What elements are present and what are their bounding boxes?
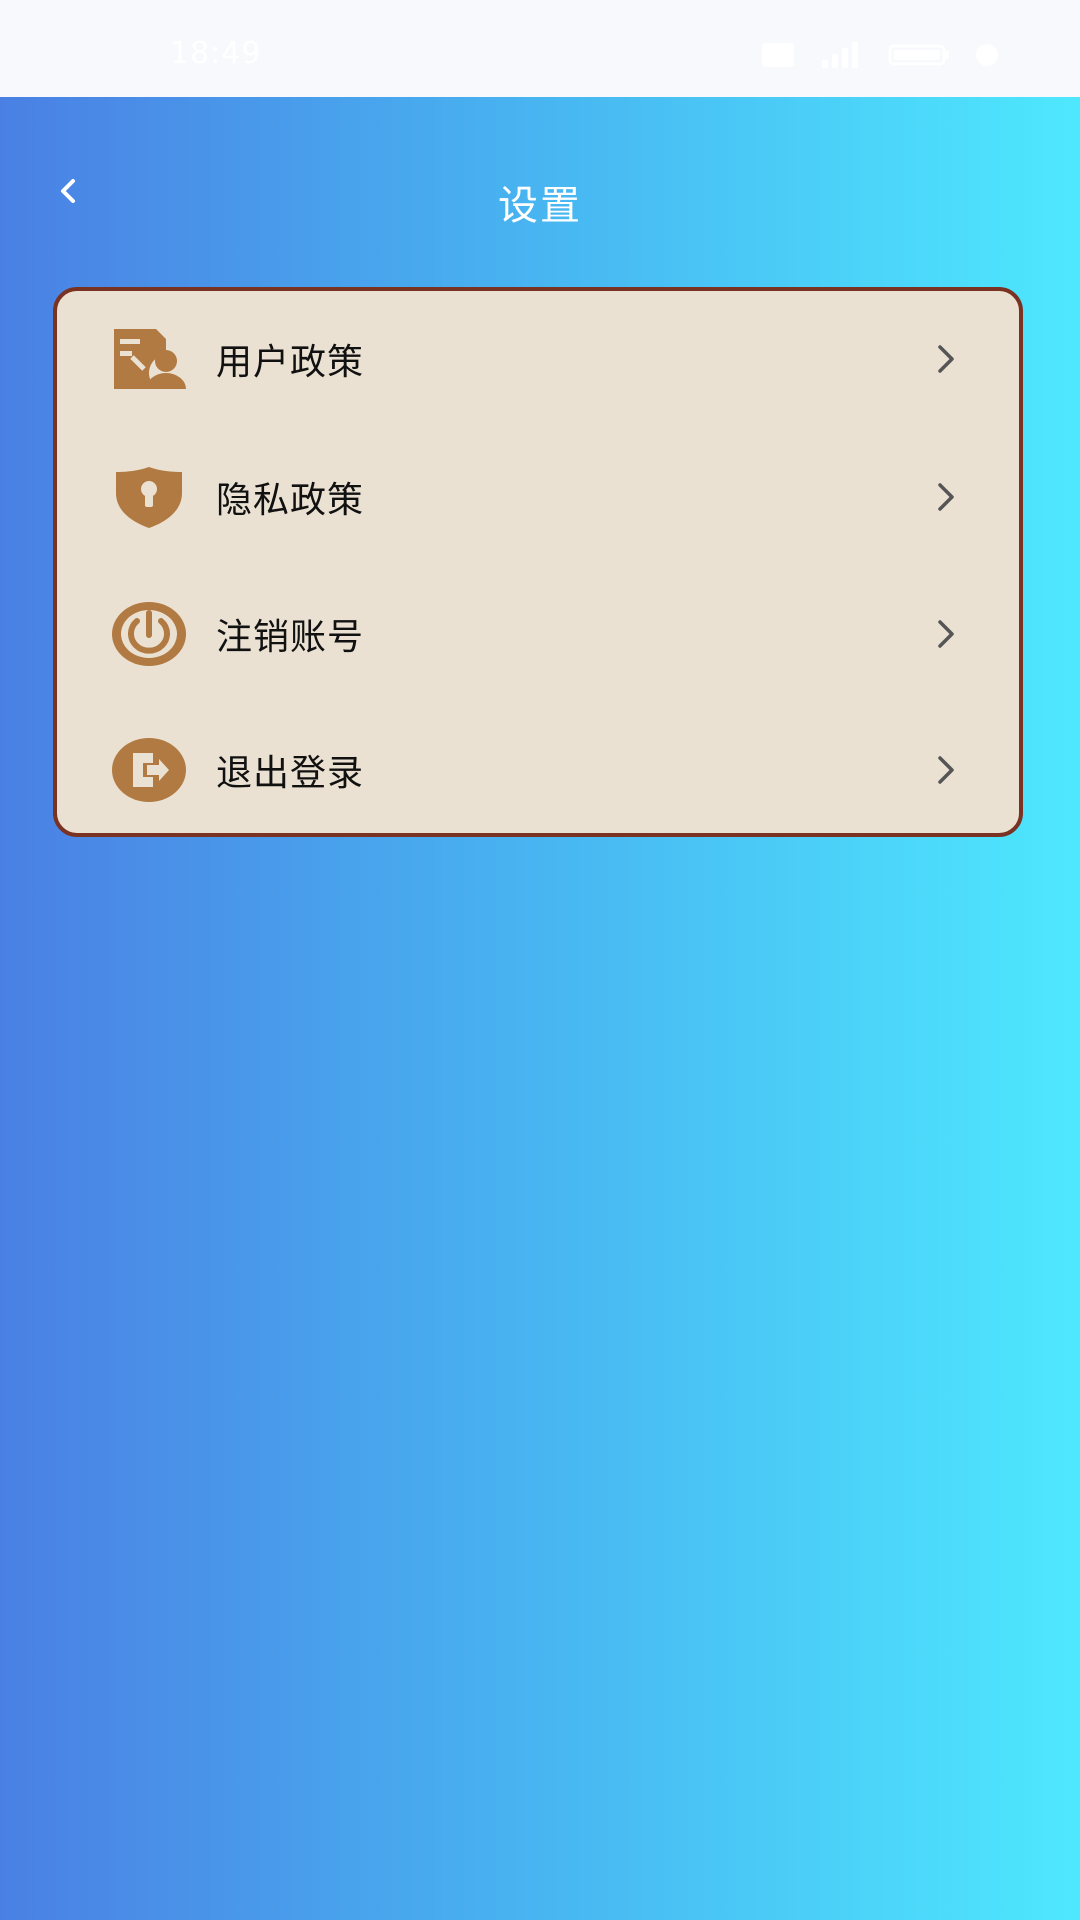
settings-card: 用户政策 隐私政策 注销账号 退出登录: [53, 287, 1023, 837]
menu-item-privacy-policy[interactable]: 隐私政策: [57, 429, 1019, 565]
chevron-right-icon: [931, 339, 961, 379]
power-icon: [110, 600, 188, 668]
main-content: 设置 用户政策 隐私政策 注销账号 退出登录: [0, 97, 1080, 1920]
status-bar: 18:49: [0, 0, 1080, 97]
menu-item-label: 注销账号: [216, 617, 365, 658]
chevron-right-icon: [931, 614, 961, 654]
page-title: 设置: [498, 183, 582, 229]
privacy-shield-icon: [110, 463, 188, 531]
menu-item-delete-account[interactable]: 注销账号: [57, 566, 1019, 702]
menu-item-label: 隐私政策: [216, 480, 365, 521]
signal-icon: [822, 42, 858, 68]
chevron-right-icon: [931, 750, 961, 790]
wifi-icon: [976, 44, 998, 66]
user-policy-icon: [110, 325, 188, 393]
chevron-right-icon: [931, 477, 961, 517]
header: 设置: [0, 97, 1080, 307]
vibrate-icon: [762, 43, 794, 67]
menu-item-label: 用户政策: [216, 342, 365, 383]
battery-icon: [888, 44, 949, 66]
menu-item-logout[interactable]: 退出登录: [57, 702, 1019, 838]
logout-icon: [110, 736, 188, 804]
status-icons: [756, 40, 1002, 70]
menu-item-user-policy[interactable]: 用户政策: [57, 291, 1019, 427]
menu-item-label: 退出登录: [216, 753, 365, 794]
status-time: 18:49: [170, 36, 262, 71]
